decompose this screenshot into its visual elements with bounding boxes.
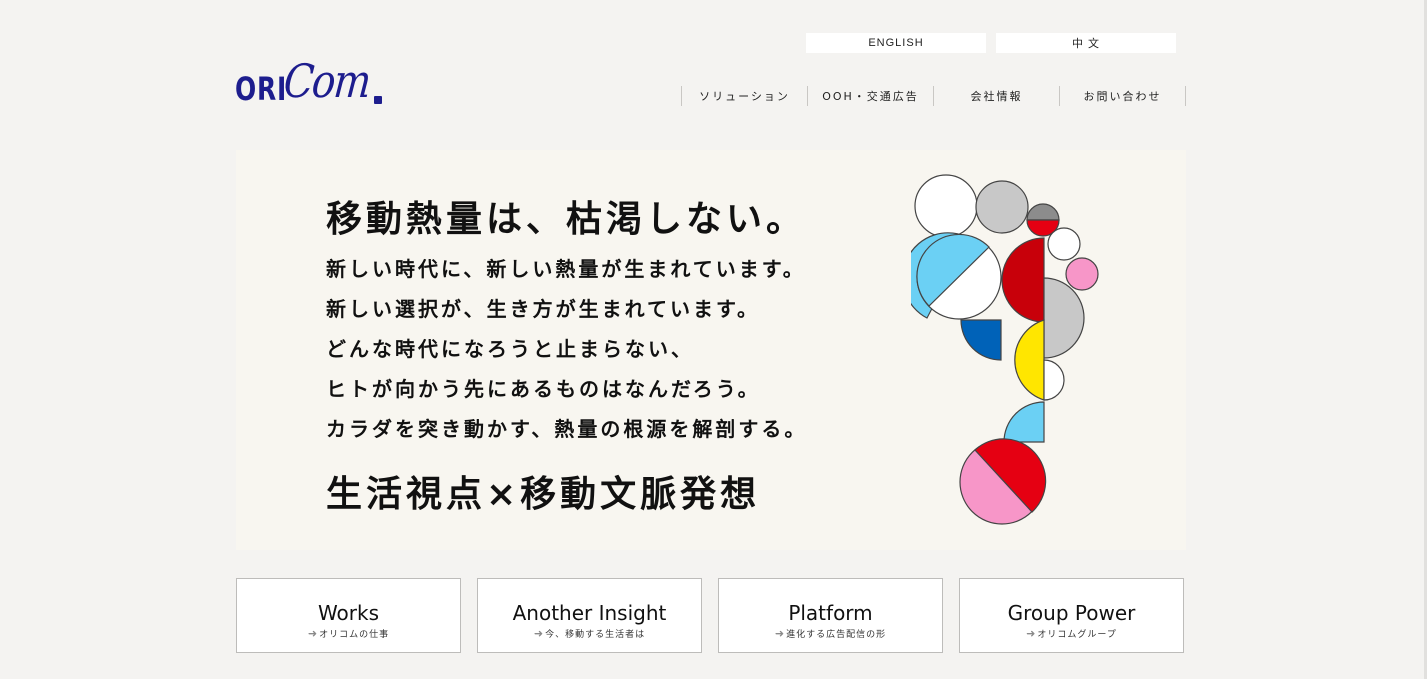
logo-text-com: Com bbox=[281, 54, 372, 108]
card-subtitle-text: オリコムの仕事 bbox=[319, 630, 390, 640]
card-subtitle: ➜今、移動する生活者は bbox=[478, 627, 701, 640]
hero-headline: 移動熱量は、枯渇しない。 bbox=[326, 199, 807, 240]
arrow-right-icon: ➜ bbox=[1026, 627, 1037, 640]
hero-body: 新しい時代に、新しい熱量が生まれています。 新しい選択が、生き方が生まれています… bbox=[326, 254, 807, 454]
nav-item-company[interactable]: 会社情報 bbox=[934, 86, 1060, 106]
card-title: Group Power bbox=[1007, 601, 1136, 625]
card-subtitle-text: 進化する広告配信の形 bbox=[786, 630, 887, 640]
platform-card[interactable]: Platform ➜進化する広告配信の形 bbox=[718, 578, 943, 653]
nav-item-contact[interactable]: お問い合わせ bbox=[1060, 86, 1186, 106]
nav-item-ooh[interactable]: OOH・交通広告 bbox=[808, 86, 934, 106]
card-title: Another Insight bbox=[512, 601, 667, 625]
card-subtitle: ➜オリコムの仕事 bbox=[237, 627, 460, 640]
card-title: Platform bbox=[788, 601, 873, 625]
card-subtitle-text: 今、移動する生活者は bbox=[545, 630, 646, 640]
group-power-card[interactable]: Group Power ➜オリコムグループ bbox=[959, 578, 1184, 653]
card-subtitle: ➜進化する広告配信の形 bbox=[719, 627, 942, 640]
hero-line: 新しい時代に、新しい熱量が生まれています。 bbox=[326, 257, 806, 281]
hero-line: どんな時代になろうと止まらない、 bbox=[326, 337, 694, 361]
card-subtitle: ➜オリコムグループ bbox=[960, 627, 1183, 640]
hero-line: カラダを突き動かす、熱量の根源を解剖する。 bbox=[326, 417, 808, 441]
card-title: Works bbox=[317, 601, 380, 625]
main-nav: ソリューション OOH・交通広告 会社情報 お問い合わせ bbox=[681, 86, 1186, 106]
works-card[interactable]: Works ➜オリコムの仕事 bbox=[236, 578, 461, 653]
another-insight-card[interactable]: Another Insight ➜今、移動する生活者は bbox=[477, 578, 702, 653]
card-subtitle-text: オリコムグループ bbox=[1037, 630, 1117, 640]
arrow-right-icon: ➜ bbox=[774, 627, 786, 640]
circle-figure-illustration bbox=[911, 174, 1099, 525]
hero-line: 新しい選択が、生き方が生まれています。 bbox=[326, 297, 760, 321]
hero-line: ヒトが向かう先にあるものはなんだろう。 bbox=[326, 377, 761, 401]
arrow-right-icon: ➜ bbox=[533, 627, 545, 640]
logo-text-ori: ORI bbox=[235, 70, 288, 108]
arrow-right-icon: ➜ bbox=[307, 627, 319, 640]
english-button[interactable]: ENGLISH bbox=[806, 33, 986, 53]
oricom-logo[interactable]: ORI Com bbox=[235, 54, 395, 112]
logo-dot bbox=[374, 96, 382, 104]
nav-item-solutions[interactable]: ソリューション bbox=[682, 86, 808, 106]
hero-tagline: 生活視点×移動文脈発想 bbox=[326, 474, 761, 515]
hero-banner[interactable]: 移動熱量は、枯渇しない。 新しい時代に、新しい熱量が生まれています。 新しい選択… bbox=[236, 150, 1186, 550]
chinese-button[interactable]: 中 文 bbox=[996, 33, 1176, 53]
